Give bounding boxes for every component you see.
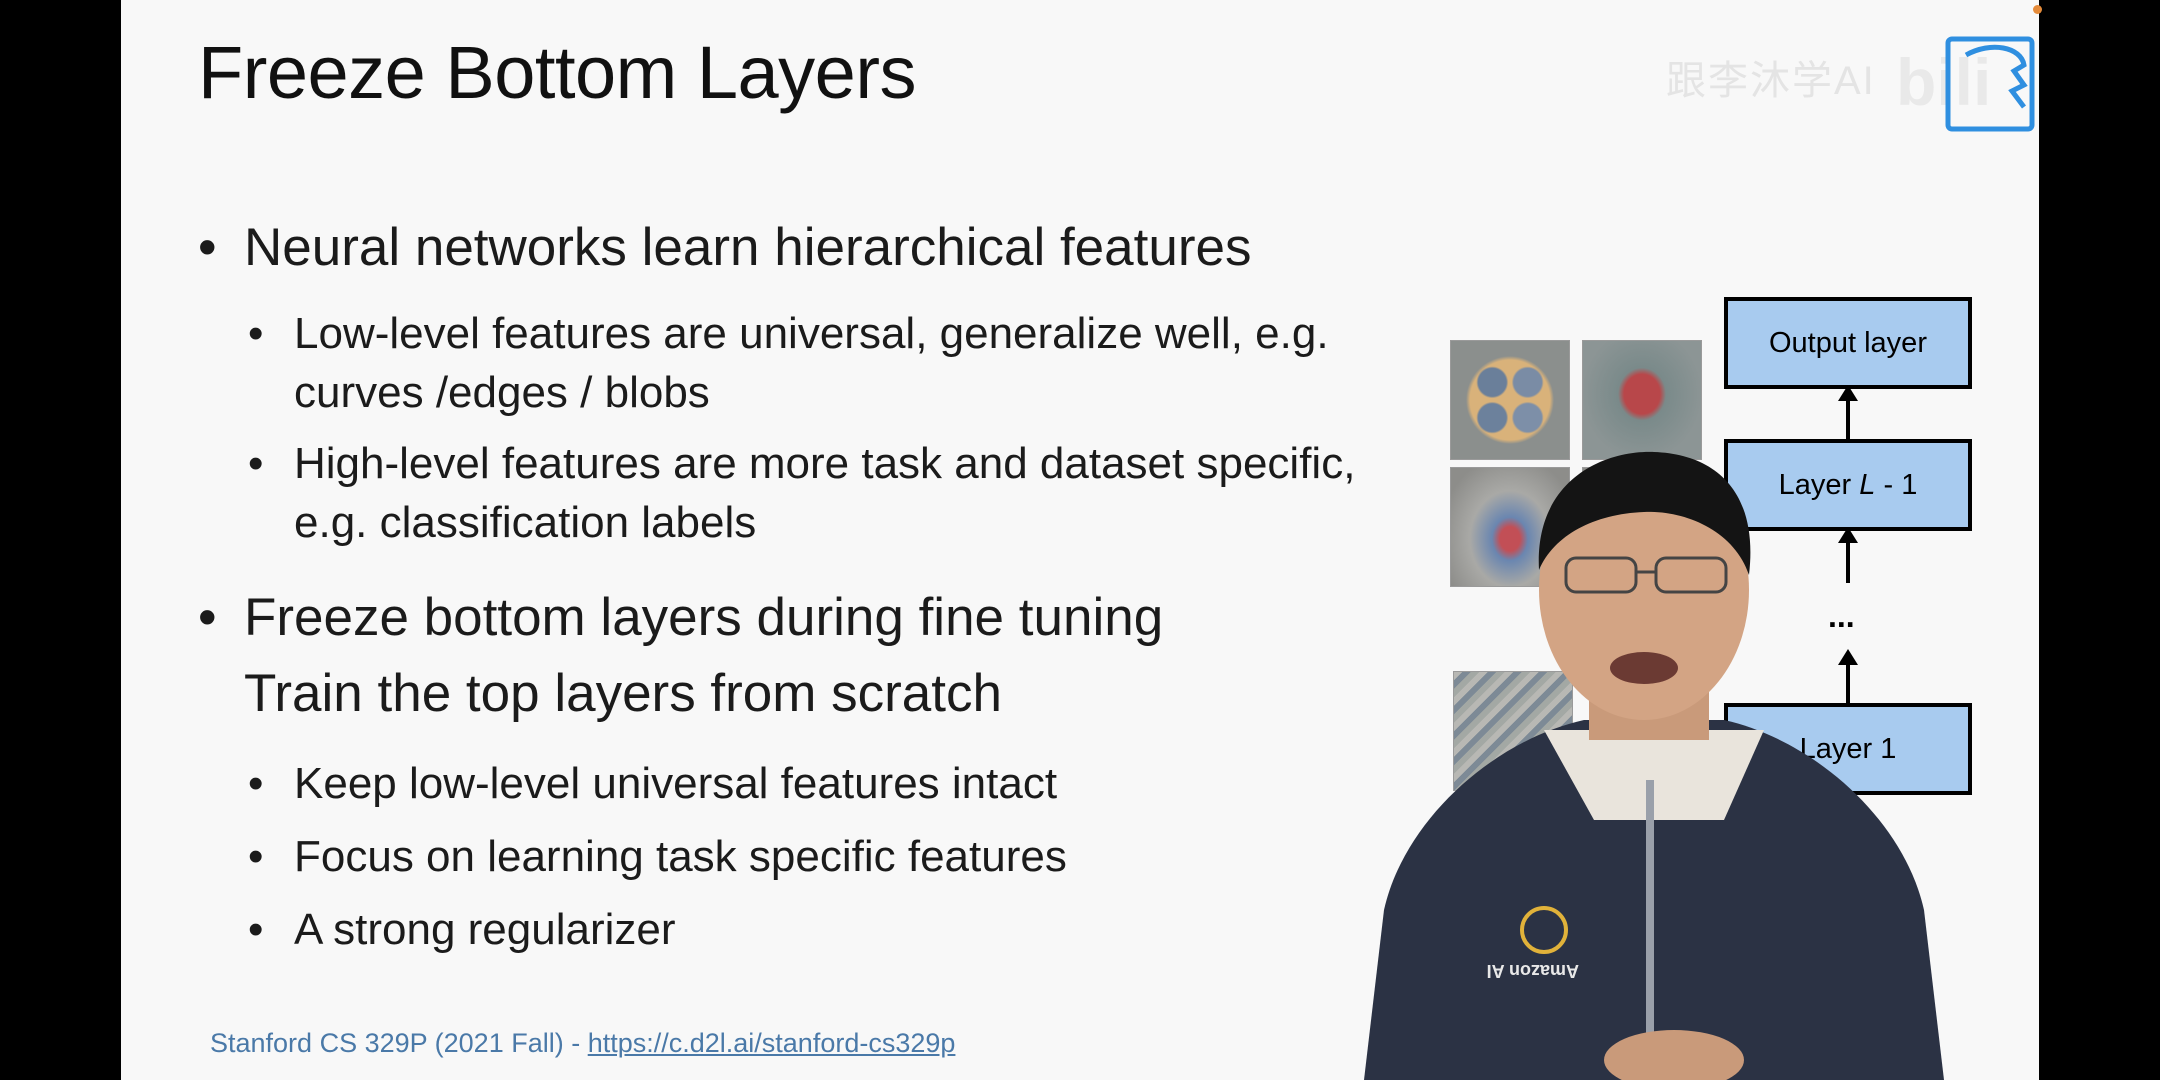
arrow-up-icon [1838, 385, 1858, 439]
bullet-hierarchical: • Neural networks learn hierarchical fea… [198, 218, 1252, 277]
recording-indicator-icon [2033, 5, 2042, 14]
footer-link[interactable]: https://c.d2l.ai/stanford-cs329p [588, 1028, 956, 1058]
slide-title: Freeze Bottom Layers [198, 31, 916, 114]
shirt-text: Amazon AI [1487, 961, 1579, 981]
watermark-text: 跟李沐学AI [1666, 59, 1876, 103]
sub-bullet-keep: • Keep low-level universal features inta… [248, 759, 1058, 808]
sub-bullet-regularizer: • A strong regularizer [248, 905, 676, 954]
bilibili-watermark: 跟李沐学AI bili [1666, 30, 2035, 132]
bullet-train-top: Train the top layers from scratch [244, 664, 1002, 723]
svg-text:bili: bili [1896, 45, 1991, 119]
sub-bullet-focus: • Focus on learning task specific featur… [248, 832, 1067, 881]
sub-bullet-low-level: • Low-level features are universal, gene… [248, 309, 1329, 417]
bilibili-logo-icon: bili [1896, 36, 2035, 132]
output-layer-box: Output layer [1724, 297, 1972, 389]
bullet-list: • Neural networks learn hierarchical fea… [198, 210, 1528, 959]
sub-bullet-high-level: • High-level features are more task and … [248, 439, 1356, 547]
presenter-video: Amazon AI [1364, 451, 1944, 1080]
footer-citation: Stanford CS 329P (2021 Fall) - https://c… [210, 1028, 956, 1058]
bullet-freeze: • Freeze bottom layers during fine tunin… [198, 588, 1164, 647]
